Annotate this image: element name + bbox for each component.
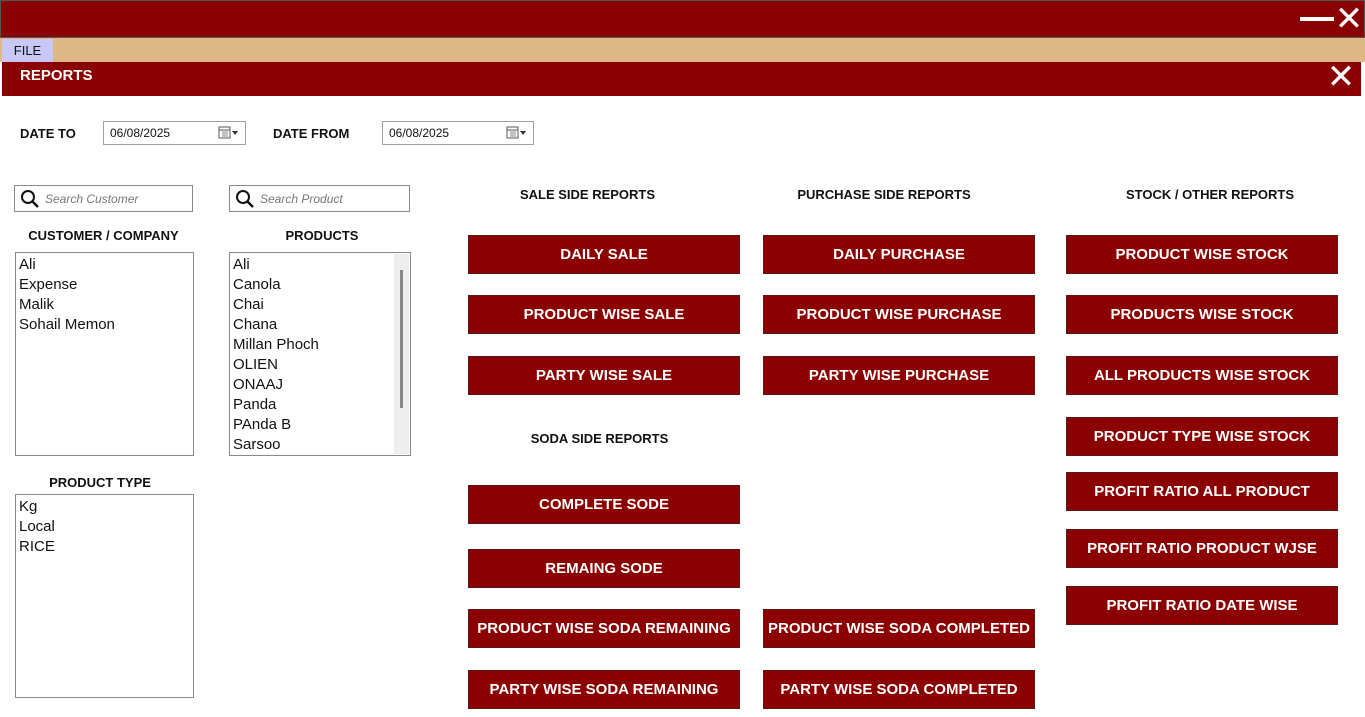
list-item[interactable]: Chana (233, 315, 407, 335)
products-wise-stock-button[interactable]: PRODUCTS WISE STOCK (1066, 295, 1338, 334)
party-wise-sale-button[interactable]: PARTY WISE SALE (468, 356, 740, 395)
sale-reports-heading: SALE SIDE REPORTS (519, 187, 656, 202)
date-from-value: 06/08/2025 (389, 126, 450, 140)
list-item[interactable]: Sohail Memon (19, 315, 190, 335)
daily-sale-button[interactable]: DAILY SALE (468, 235, 740, 274)
product-type-list[interactable]: Kg Local RICE (15, 494, 194, 698)
list-item[interactable]: Expense (19, 275, 190, 295)
list-item[interactable]: Canola (233, 275, 407, 295)
list-item[interactable]: PAnda B (233, 415, 407, 435)
purchase-reports-heading: PURCHASE SIDE REPORTS (797, 187, 971, 202)
date-to-picker[interactable]: 06/08/2025 (103, 121, 246, 145)
list-item[interactable]: Chai (233, 295, 407, 315)
product-wise-soda-completed-button[interactable]: PRODUCT WISE SODA COMPLETED (763, 609, 1035, 648)
list-item[interactable]: Sarsoo (233, 435, 407, 455)
reports-header (2, 62, 1361, 96)
menu-file[interactable]: FILE (2, 39, 53, 62)
list-item[interactable]: Ali (233, 255, 407, 275)
search-icon (21, 190, 39, 208)
product-wise-sale-button[interactable]: PRODUCT WISE SALE (468, 295, 740, 334)
profit-ratio-date-wise-button[interactable]: PROFIT RATIO DATE WISE (1066, 586, 1338, 625)
list-item[interactable]: Panda (233, 395, 407, 415)
date-to-label: DATE TO (20, 126, 76, 141)
list-item[interactable]: RICE (19, 537, 190, 557)
list-item[interactable]: Millan Phoch (233, 335, 407, 355)
customer-search-input[interactable] (45, 189, 185, 209)
calendar-icon[interactable] (506, 126, 528, 140)
calendar-icon[interactable] (218, 126, 240, 140)
product-wise-purchase-button[interactable]: PRODUCT WISE PURCHASE (763, 295, 1035, 334)
product-type-wise-stock-button[interactable]: PRODUCT TYPE WISE STOCK (1066, 417, 1338, 456)
minimize-icon[interactable] (1300, 17, 1334, 21)
window-title-bar (0, 0, 1365, 38)
list-item[interactable]: Malik (19, 295, 190, 315)
daily-purchase-button[interactable]: DAILY PURCHASE (763, 235, 1035, 274)
date-from-picker[interactable]: 06/08/2025 (382, 121, 534, 145)
party-wise-soda-remaining-button[interactable]: PARTY WISE SODA REMAINING (468, 670, 740, 709)
date-to-value: 06/08/2025 (110, 126, 171, 140)
products-scrollbar[interactable] (394, 254, 409, 454)
product-search-input[interactable] (260, 189, 400, 209)
profit-ratio-all-product-button[interactable]: PROFIT RATIO ALL PRODUCT (1066, 472, 1338, 511)
list-item[interactable]: Kg (19, 497, 190, 517)
all-products-wise-stock-button[interactable]: ALL PRODUCTS WISE STOCK (1066, 356, 1338, 395)
list-item[interactable]: Ali (19, 255, 190, 275)
search-icon (236, 190, 254, 208)
page-title: REPORTS (20, 67, 93, 84)
remaing-sode-button[interactable]: REMAING SODE (468, 549, 740, 588)
menu-bar (0, 38, 1365, 62)
soda-reports-heading: SODA SIDE REPORTS (530, 431, 669, 446)
product-type-heading: PRODUCT TYPE (49, 475, 151, 490)
list-item[interactable]: Local (19, 517, 190, 537)
profit-ratio-product-wise-button[interactable]: PROFIT RATIO PRODUCT WJSE (1066, 529, 1338, 568)
product-wise-soda-remaining-button[interactable]: PRODUCT WISE SODA REMAINING (468, 609, 740, 648)
scrollbar-thumb[interactable] (400, 270, 403, 408)
product-search-box[interactable] (229, 185, 410, 212)
list-item[interactable]: ONAAJ (233, 375, 407, 395)
customer-list[interactable]: Ali Expense Malik Sohail Memon (15, 252, 194, 456)
party-wise-purchase-button[interactable]: PARTY WISE PURCHASE (763, 356, 1035, 395)
reports-close-icon[interactable]: ✕ (1322, 60, 1360, 94)
stock-reports-heading: STOCK / OTHER REPORTS (1125, 187, 1295, 202)
products-list[interactable]: Ali Canola Chai Chana Millan Phoch OLIEN… (229, 252, 411, 456)
date-from-label: DATE FROM (273, 126, 350, 141)
list-item[interactable]: OLIEN (233, 355, 407, 375)
complete-sode-button[interactable]: COMPLETE SODE (468, 485, 740, 524)
customer-search-box[interactable] (14, 185, 193, 212)
close-icon[interactable]: ✕ (1334, 2, 1364, 36)
products-heading: PRODUCTS (285, 228, 359, 243)
customer-heading: CUSTOMER / COMPANY (28, 228, 179, 243)
party-wise-soda-completed-button[interactable]: PARTY WISE SODA COMPLETED (763, 670, 1035, 709)
product-wise-stock-button[interactable]: PRODUCT WISE STOCK (1066, 235, 1338, 274)
